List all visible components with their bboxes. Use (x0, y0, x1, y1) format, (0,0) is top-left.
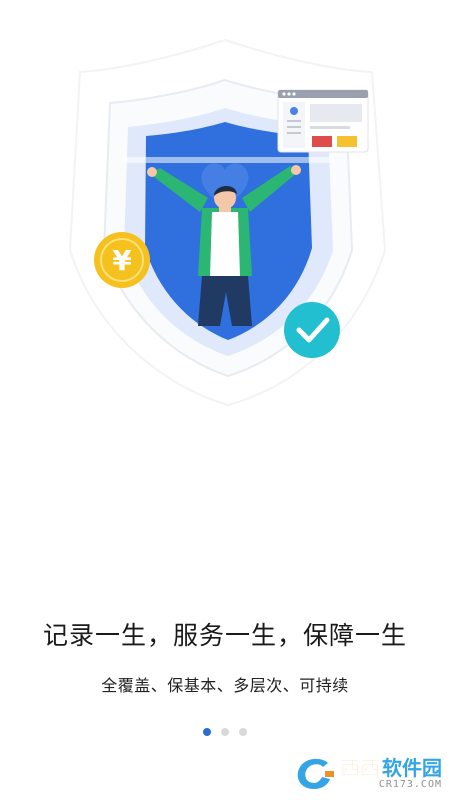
onboarding-screen: ¥ 记录一生，服务一生，保障一生 全覆盖、保基本、多层次、可持续 西西 软件园 … (0, 0, 450, 800)
page-indicator (0, 728, 450, 736)
shield-illustration: ¥ (68, 38, 387, 407)
watermark-url: CR173.COM (378, 779, 442, 790)
check-badge-icon (284, 302, 340, 358)
page-dot-2[interactable] (221, 728, 229, 736)
onboarding-subtitle: 全覆盖、保基本、多层次、可持续 (101, 676, 349, 695)
watermark-text: 西西 软件园 CR173.COM (340, 758, 442, 790)
yuan-coin-icon: ¥ (94, 232, 150, 288)
watermark-brand-xixi: 西西 (340, 756, 381, 780)
svg-text:¥: ¥ (112, 244, 132, 277)
shield-band (124, 157, 334, 163)
onboarding-headline: 记录一生，服务一生，保障一生 (42, 621, 407, 650)
page-dot-1[interactable] (203, 728, 211, 736)
watermark: 西西 软件园 CR173.COM (292, 754, 442, 794)
xixi-logo-icon (297, 758, 334, 789)
watermark-brand-name: 软件园 (382, 756, 442, 780)
page-dot-3[interactable] (239, 728, 247, 736)
browser-window-card (277, 89, 369, 153)
